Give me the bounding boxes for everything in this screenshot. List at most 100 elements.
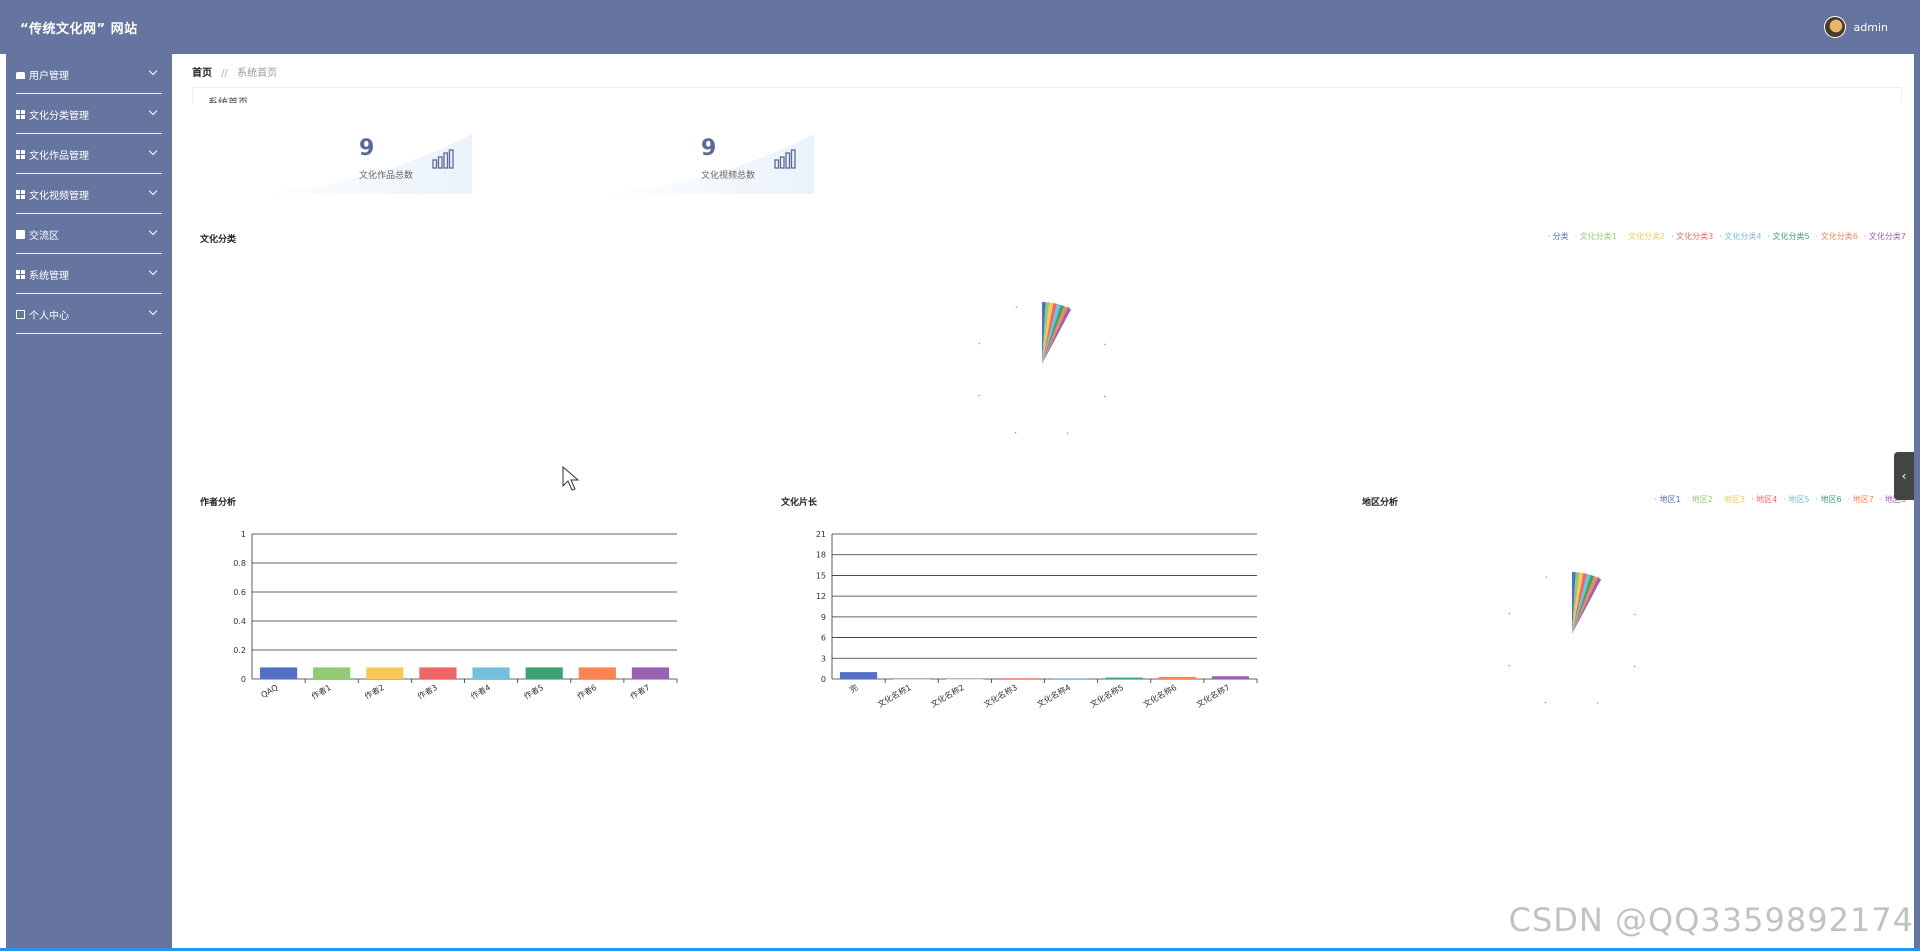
x-tick-label: 作者5 <box>522 682 545 701</box>
legend-item[interactable]: · 地区1 <box>1655 494 1681 505</box>
divider <box>16 333 162 334</box>
pie-label-dot <box>1545 576 1548 578</box>
bar[interactable] <box>946 679 984 680</box>
chevron-down-icon <box>148 106 158 116</box>
top-header: “传统文化网” 网站 admin <box>0 0 1920 54</box>
x-tick-label: 文化名称4 <box>1035 682 1072 709</box>
x-tick-label: 文化名称7 <box>1194 682 1231 709</box>
x-tick-label: 作者6 <box>575 682 598 701</box>
y-tick-label: 21 <box>816 530 826 539</box>
pie-chart-category <box>978 302 1106 434</box>
legend-item[interactable]: · 地区4 <box>1751 494 1777 505</box>
legend-item[interactable]: · 文化分类3 <box>1671 231 1713 242</box>
pie-label-dot <box>1014 431 1017 434</box>
y-tick-label: 15 <box>816 571 826 580</box>
y-tick-label: 0.4 <box>233 617 246 626</box>
sidebar-item-profile[interactable]: 个人中心 <box>6 294 172 334</box>
y-tick-label: 9 <box>821 613 826 622</box>
sidebar-item-label: 交流区 <box>29 230 59 242</box>
sidebar-item-user-management[interactable]: 用户管理 <box>6 54 172 94</box>
mouse-cursor-icon <box>562 466 580 491</box>
chevron-down-icon <box>148 66 158 76</box>
bar[interactable] <box>1105 677 1143 679</box>
sidebar-item-works-management[interactable]: 文化作品管理 <box>6 134 172 174</box>
x-tick-label: 作者4 <box>469 682 492 701</box>
collapse-toggle-button[interactable]: ‹ <box>1894 452 1914 500</box>
y-tick-label: 0.6 <box>233 588 246 597</box>
bar[interactable] <box>525 667 563 679</box>
bar[interactable] <box>472 667 510 679</box>
y-tick-label: 6 <box>821 634 826 643</box>
pie-label-dot <box>1508 664 1510 667</box>
bar[interactable] <box>259 667 298 679</box>
pie-label-dot <box>1103 395 1106 398</box>
chevron-down-icon <box>148 226 158 236</box>
sidebar-item-category-management[interactable]: 文化分类管理 <box>6 94 172 134</box>
sidebar-item-system-management[interactable]: 系统管理 <box>6 254 172 294</box>
legend-item[interactable]: · 分类 <box>1548 231 1569 242</box>
pie-label-dot <box>1634 613 1636 616</box>
bar[interactable] <box>578 667 616 679</box>
legend-item[interactable]: · 文化分类4 <box>1719 231 1761 242</box>
legend-item[interactable]: · 地区5 <box>1783 494 1809 505</box>
username[interactable]: admin <box>1854 21 1888 34</box>
x-tick-label: 作者1 <box>309 682 332 701</box>
bar[interactable] <box>366 667 404 679</box>
sidebar-item-video-management[interactable]: 文化视频管理 <box>6 174 172 214</box>
sidebar-item-label: 个人中心 <box>29 310 69 322</box>
page-title-bar: 系统首页 <box>192 87 1902 103</box>
avatar[interactable] <box>1823 16 1846 38</box>
chevron-down-icon <box>148 186 158 196</box>
card-icon <box>16 309 25 319</box>
y-tick-label: 0 <box>241 675 246 684</box>
legend-item[interactable]: · 地区3 <box>1719 494 1745 505</box>
users-icon <box>16 71 25 79</box>
bar[interactable] <box>1158 676 1196 679</box>
sidebar-item-label: 用户管理 <box>29 70 69 82</box>
breadcrumb-current: 系统首页 <box>237 68 278 79</box>
breadcrumb-separator: // <box>221 68 228 79</box>
stat-label: 文化作品总数 <box>359 171 414 181</box>
breadcrumb-home[interactable]: 首页 <box>192 68 212 79</box>
legend-item[interactable]: · 文化分类7 <box>1864 231 1906 242</box>
sidebar-item-label: 文化视频管理 <box>29 190 89 202</box>
stat-value: 9 <box>359 136 375 161</box>
x-tick-label: 文化名称3 <box>982 682 1019 709</box>
pie-label-dot <box>978 394 980 397</box>
bar[interactable] <box>839 672 878 679</box>
legend-item[interactable]: · 文化分类1 <box>1575 231 1617 242</box>
x-tick-label: 文化名称1 <box>876 682 913 709</box>
pie-label-dot <box>1508 612 1511 615</box>
bar[interactable] <box>1052 678 1090 679</box>
legend-item[interactable]: · 地区6 <box>1815 494 1841 505</box>
legend-item[interactable]: · 文化分类5 <box>1767 231 1809 242</box>
legend-item[interactable]: · 地区7 <box>1848 494 1874 505</box>
x-tick-label: 文化名称5 <box>1088 682 1125 709</box>
chart-title-category: 文化分类 <box>200 235 237 245</box>
right-edge-strip <box>1914 54 1920 951</box>
y-tick-label: 0 <box>821 675 826 684</box>
legend-item[interactable]: · 地区2 <box>1687 494 1713 505</box>
sidebar-item-forum[interactable]: 交流区 <box>6 214 172 254</box>
sidebar: 用户管理 文化分类管理 文化作品管理 文化视频管理 交流区 系统管理 个人中心 <box>6 54 172 951</box>
bar[interactable] <box>631 667 670 679</box>
user-menu[interactable]: admin <box>1823 16 1888 38</box>
x-tick-label: 完 <box>848 682 860 695</box>
x-tick-label: QAQ <box>260 683 280 700</box>
main-content: 首页 // 系统首页 系统首页 9 文化作品总数 <box>172 54 1914 951</box>
chevron-left-icon: ‹ <box>1901 469 1907 483</box>
app-root: “传统文化网” 网站 admin 用户管理 文化分类管理 文化作品管理 文化视频… <box>0 0 1920 951</box>
legend-item[interactable]: · 文化分类6 <box>1816 231 1858 242</box>
legend-item[interactable]: · 文化分类2 <box>1623 231 1665 242</box>
watermark: CSDN @QQ3359892174 <box>1508 901 1914 939</box>
grid-icon <box>16 269 25 279</box>
stat-card-works: 9 文化作品总数 <box>252 134 472 194</box>
bar[interactable] <box>1211 676 1250 679</box>
bar[interactable] <box>893 679 931 680</box>
x-tick-label: 作者2 <box>363 682 386 701</box>
pie-label-dot <box>1633 665 1636 668</box>
bar[interactable] <box>313 667 351 679</box>
bar[interactable] <box>419 667 457 679</box>
pie-label-dot <box>1067 306 1070 309</box>
bar[interactable] <box>999 678 1037 679</box>
